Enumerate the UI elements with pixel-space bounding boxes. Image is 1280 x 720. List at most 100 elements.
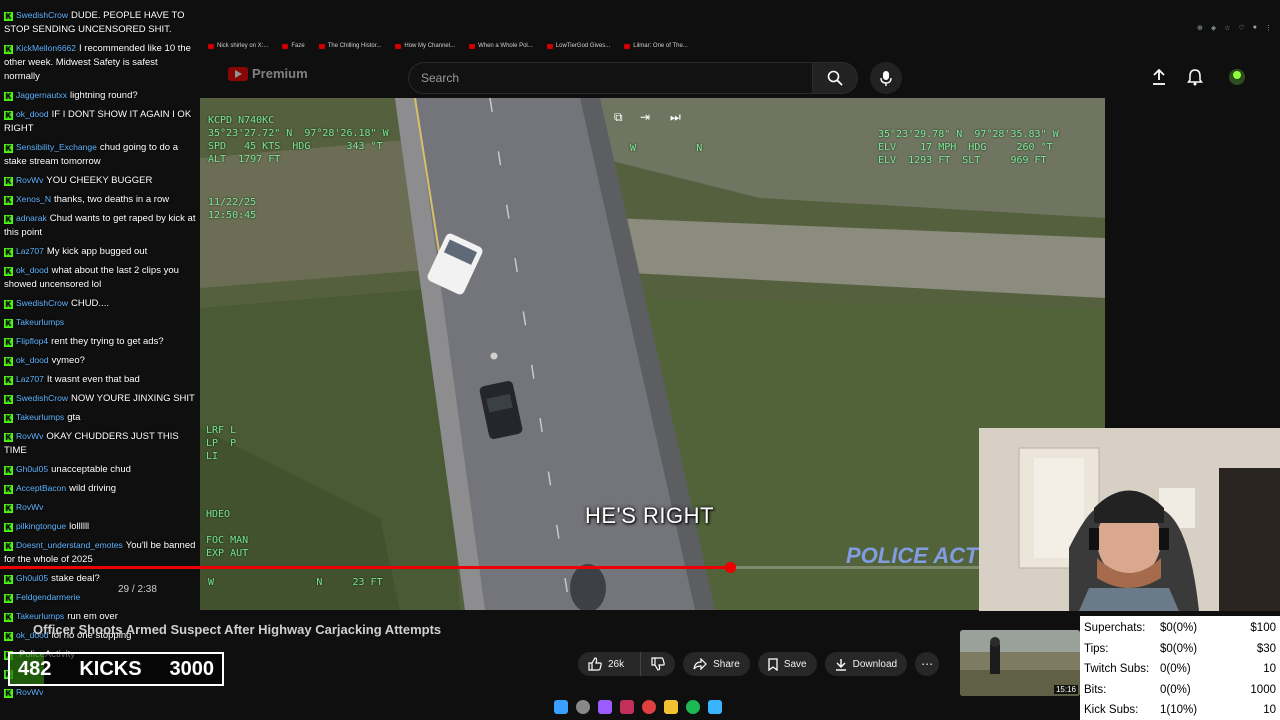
dislike-button[interactable] [640,652,675,676]
kick-badge-icon: K [4,632,13,641]
bell-icon [1187,69,1203,86]
chat-message: Kpilkingtongue lollllll [4,519,196,534]
chat-username[interactable]: SwedishCrow [16,298,68,308]
stat-row: Twitch Subs: 0(0%) 10 [1084,659,1276,679]
chat-message: K Feldgendarmerie [4,590,196,605]
like-button[interactable]: 26k [578,652,634,676]
folder-icon[interactable] [664,700,678,714]
kick-badge-icon: K [4,12,13,21]
share-video-icon[interactable]: ⇥ [640,110,650,124]
kick-badge-icon: K [4,357,13,366]
chrome-icon[interactable] [642,700,656,714]
chat-message: Kok_dood IF I DONT SHOW IT AGAIN I OK RIG… [4,107,196,136]
chat-username[interactable]: adnarak [16,213,47,223]
kick-badge-icon: K [4,504,13,513]
stat-value: 1(10%) [1160,704,1198,716]
avatar[interactable] [1226,66,1248,88]
star-icon[interactable]: ☆ [1224,24,1230,32]
stat-goal: 10 [1263,704,1276,716]
profile-icon[interactable]: ● [1253,24,1257,32]
zoom-icon[interactable]: ⊕ [1197,24,1203,32]
chat-username[interactable]: Doesnt_understand_emotes [16,540,123,550]
bookmark[interactable]: Lilmar: One of The... [624,43,688,49]
hud-bottom-left: HDEO FOC MAN EXP AUT [206,509,249,559]
chat-message: K SwedishCrow CHUD.... [4,296,196,311]
share-icon [693,658,707,670]
bookmark[interactable]: The Chilling Histor... [318,43,381,49]
chat-username[interactable]: Gh0ul05 [16,464,48,474]
bookmark[interactable]: How My Channel... [395,43,455,49]
chat-username[interactable]: Laz707 [16,374,44,384]
bookmark[interactable]: LowTierGod Gives... [546,43,610,49]
stat-row: Kick Subs: 1(10%) 10 [1084,700,1276,720]
search-input[interactable]: Search [408,62,812,94]
chat-username[interactable]: RovWv [16,175,43,185]
chat-text: YOU CHEEKY BUGGER [46,175,153,186]
notifications-button[interactable] [1184,66,1206,88]
thumbs-down-icon [651,657,665,671]
next-icon[interactable]: ⏭ [670,110,681,125]
hud-mid-left: LRF L LP P LI [206,425,237,462]
voice-search-button[interactable] [870,62,902,94]
chat-username[interactable]: Jaggernautxx [16,90,67,100]
extension-icon[interactable]: ◈ [1211,24,1216,32]
chat-username[interactable]: ok_dood [16,355,49,365]
bookmark-icon [318,43,325,49]
search-taskbar-icon[interactable] [576,700,590,714]
miniplayer-icon[interactable]: ⧉ [614,110,623,125]
chat-text: lightning round? [70,90,138,101]
chat-username[interactable]: Laz707 [16,246,44,256]
chat-message: K AcceptBacon wild driving [4,481,196,496]
save-button[interactable]: Save [757,652,817,676]
chat-username[interactable]: RovWv [16,431,43,441]
bookmark[interactable]: When a Whole Pol... [469,43,533,49]
share-button[interactable]: Share [683,652,750,676]
chat-username[interactable]: Feldgendarmerie [16,592,80,602]
chat-username[interactable]: RovWv [16,502,43,512]
app-icon[interactable] [620,700,634,714]
kick-badge-icon: K [4,319,13,328]
chat-username[interactable]: RovWv [16,687,43,697]
bookmark[interactable]: Nick shirley on X:... [208,43,268,49]
chat-text: vymeo? [51,355,85,366]
stat-label: Twitch Subs: [1084,663,1150,675]
chat-username[interactable]: AcceptBacon [16,483,66,493]
stat-goal: $100 [1250,622,1276,634]
windows-start-icon[interactable] [554,700,568,714]
download-icon [835,658,846,671]
more-actions-button[interactable]: ⋯ [915,652,940,676]
chat-username[interactable]: Takeurlumps [16,611,64,621]
discord-icon[interactable] [598,700,612,714]
chat-username[interactable]: Xenos_N [16,194,51,204]
search-button[interactable] [812,62,858,94]
kick-badge-icon: K [4,248,13,257]
aerial-footage [200,98,1105,610]
youtube-logo[interactable]: Premium [228,66,308,81]
chat-username[interactable]: SwedishCrow [16,393,68,403]
download-button[interactable]: Download [824,652,908,676]
heart-icon[interactable]: ♡ [1238,24,1244,32]
chat-username[interactable]: Sensibility_Exchange [16,142,97,152]
kick-badge-icon: K [4,45,13,54]
kick-badge-icon: K [4,523,13,532]
upload-button[interactable] [1148,66,1170,88]
chat-username[interactable]: Gh0ul05 [16,573,48,583]
video-player[interactable]: KCPD N740KC 35°23'27.72" N 97°28'26.18" … [200,98,1105,610]
bookmark[interactable]: Faze [282,43,305,49]
chat-username[interactable]: ok_dood [16,109,49,119]
hud-compass: W N [630,143,703,154]
kick-badge-icon: K [4,196,13,205]
suggested-video-thumbnail[interactable]: 15:16 [960,630,1080,696]
chat-message: K Takeurlumps gta [4,410,196,425]
chat-username[interactable]: KickMellon6662 [16,43,76,53]
chat-username[interactable]: ok_dood [16,265,49,275]
kick-badge-icon: K [4,338,13,347]
chat-username[interactable]: Takeurlumps [16,412,64,422]
chat-username[interactable]: Flipflop4 [16,336,48,346]
chat-username[interactable]: pilkingtongue [16,521,66,531]
spotify-icon[interactable] [686,700,700,714]
menu-icon[interactable]: ⋮ [1265,24,1272,32]
chat-username[interactable]: SwedishCrow [16,10,68,20]
chat-username[interactable]: Takeurlumps [16,317,64,327]
app-icon-2[interactable] [708,700,722,714]
